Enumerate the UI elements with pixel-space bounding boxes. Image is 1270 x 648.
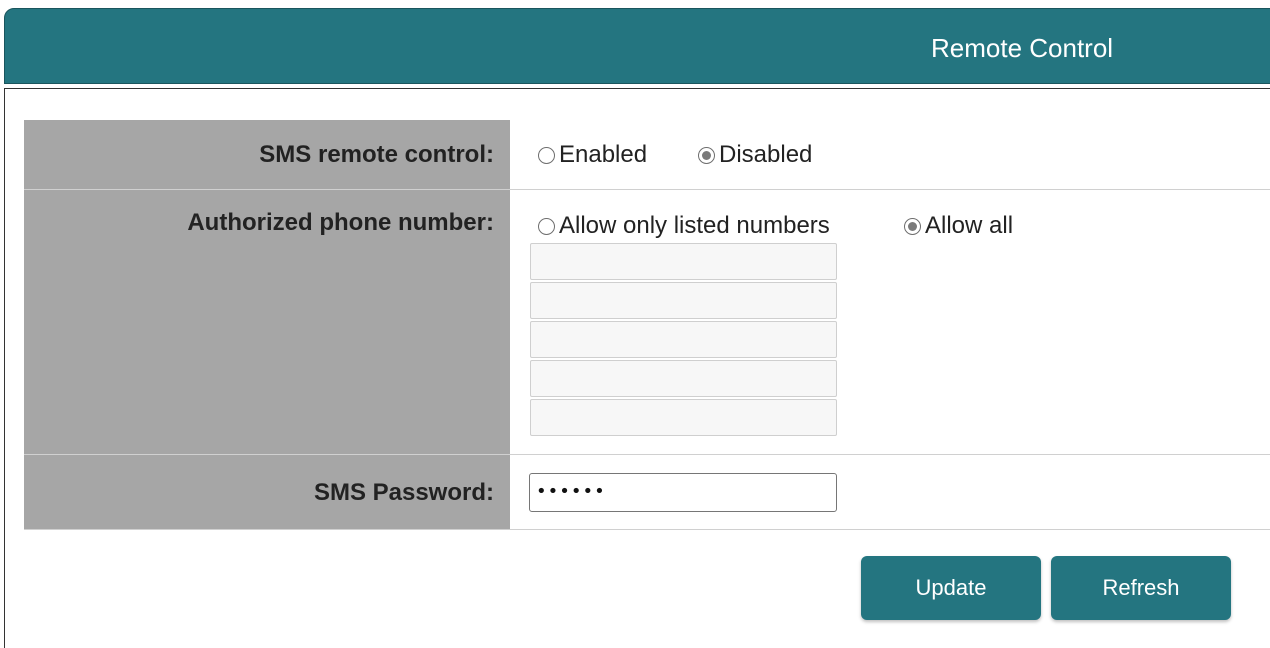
sms-password-label: SMS Password: <box>313 479 494 506</box>
phone-number-field[interactable] <box>530 243 837 280</box>
phone-number-field[interactable] <box>530 282 837 319</box>
phone-number-field[interactable] <box>530 360 837 397</box>
phone-number-field[interactable] <box>530 399 837 436</box>
allow-listed-option[interactable]: Allow only listed numbers <box>538 212 830 240</box>
row-divider <box>24 529 1270 530</box>
sms-remote-disabled-option[interactable]: Disabled <box>698 141 812 169</box>
sms-remote-control-label: SMS remote control: <box>259 141 494 168</box>
refresh-button[interactable]: Refresh <box>1051 556 1231 620</box>
radio-allow-listed[interactable] <box>538 217 555 235</box>
row-divider <box>24 454 1270 455</box>
allow-all-option[interactable]: Allow all <box>904 212 1013 240</box>
authorized-phone-label: Authorized phone number: <box>187 209 494 236</box>
update-button[interactable]: Update <box>861 556 1041 620</box>
radio-allow-all[interactable] <box>904 217 921 235</box>
page-header: Remote Control <box>4 8 1270 84</box>
phone-number-field[interactable] <box>530 321 837 358</box>
radio-disabled-label: Disabled <box>719 141 813 168</box>
radio-disabled[interactable] <box>698 146 715 164</box>
row-divider <box>24 189 1270 190</box>
sms-password-input[interactable]: •••••• <box>529 473 837 512</box>
label-column <box>24 120 510 530</box>
radio-enabled-label: Enabled <box>559 141 648 168</box>
page-title: Remote Control <box>931 33 1114 63</box>
radio-allow-all-label: Allow all <box>925 212 1014 239</box>
sms-remote-enabled-option[interactable]: Enabled <box>538 141 647 169</box>
radio-enabled[interactable] <box>538 146 555 164</box>
radio-allow-listed-label: Allow only listed numbers <box>559 212 830 239</box>
